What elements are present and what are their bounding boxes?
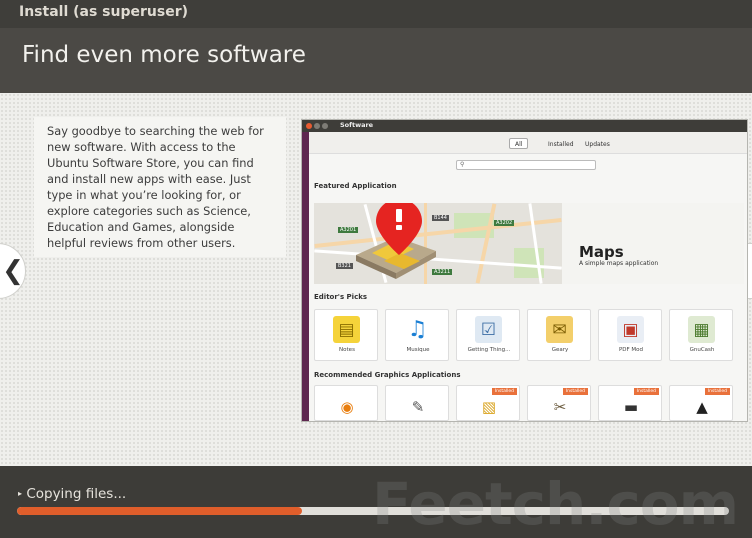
app-tile-label: Geary — [551, 347, 569, 353]
app-tile: ◉ — [314, 385, 378, 421]
recommended-heading: Recommended Graphics Applications — [314, 371, 461, 379]
mail-icon: ✉ — [546, 316, 573, 343]
progress-label[interactable]: ▸ Copying files... — [18, 486, 126, 502]
app-tile-label: Notes — [339, 347, 355, 353]
app-tile: ✉ Geary — [527, 309, 591, 361]
screenshot-title: Software — [340, 121, 374, 129]
window-title: Install (as superuser) — [0, 0, 752, 28]
installed-badge: Installed — [704, 388, 730, 395]
installed-badge: Installed — [633, 388, 659, 395]
app-tile-label: Getting Thing... — [467, 347, 511, 353]
installed-badge: Installed — [491, 388, 517, 395]
app-tile: Installed ▧ — [456, 385, 520, 421]
maximize-icon — [322, 123, 328, 129]
featured-banner: A3201 B144 A3202 B321 A3211 Maps A simpl… — [314, 203, 744, 284]
app-tile: Installed ▬ — [598, 385, 662, 421]
app-tile: Installed ✂ — [527, 385, 591, 421]
disclosure-triangle-icon: ▸ — [18, 489, 23, 498]
blender-icon: ◉ — [340, 398, 354, 416]
close-icon — [306, 123, 312, 129]
pdf-icon: ▣ — [617, 316, 644, 343]
tab-updates: Updates — [585, 141, 610, 148]
app-tile: ▣ PDF Mod — [598, 309, 662, 361]
featured-heading: Featured Application — [314, 182, 397, 190]
checklist-icon: ☑ — [475, 316, 502, 343]
screenshot-toolbar: All Installed Updates — [309, 132, 747, 154]
installed-badge: Installed — [562, 388, 588, 395]
launcher-bar — [302, 132, 309, 421]
page-title: Find even more software — [22, 42, 306, 68]
tab-all: All — [509, 138, 529, 149]
software-center-screenshot: Software All Installed Updates ⚲ Feature… — [301, 119, 748, 422]
app-tile-label: Musique — [406, 347, 430, 353]
page-header: Find even more software — [0, 28, 752, 93]
slideshow-panel: Say goodbye to searching the web for new… — [0, 93, 752, 466]
app-tile: Installed ▲ — [669, 385, 733, 421]
tab-installed: Installed — [548, 141, 574, 148]
paint-icon: ✎ — [411, 398, 425, 416]
gimp-icon: ✂ — [553, 398, 567, 416]
screenshot-titlebar: Software — [302, 120, 747, 132]
scanner-icon: ▬ — [623, 398, 639, 416]
app-tile: ♫ Musique — [385, 309, 449, 361]
music-icon: ♫ — [407, 317, 428, 342]
search-input: ⚲ — [456, 160, 596, 170]
chevron-left-icon: ❮ — [2, 256, 24, 286]
watermark: Feetch.com — [372, 470, 739, 538]
editors-picks-heading: Editor's Picks — [314, 293, 368, 301]
featured-app-name: Maps — [579, 243, 624, 261]
minimize-icon — [314, 123, 320, 129]
finance-icon: ▦ — [688, 316, 715, 343]
app-tile: ☑ Getting Thing... — [456, 309, 520, 361]
app-tile: ▤ Notes — [314, 309, 378, 361]
notes-icon: ▤ — [333, 316, 360, 343]
progress-fill — [17, 507, 302, 515]
image-viewer-icon: ▧ — [481, 398, 497, 416]
search-icon: ⚲ — [460, 161, 465, 168]
maps-app-icon — [356, 203, 436, 279]
slide-description: Say goodbye to searching the web for new… — [34, 117, 286, 257]
featured-app-tagline: A simple maps application — [579, 260, 659, 267]
map-image: A3201 B144 A3202 B321 A3211 — [314, 203, 562, 284]
app-tile-label: GnuCash — [689, 347, 715, 353]
app-tile: ▦ GnuCash — [669, 309, 733, 361]
previous-slide-button[interactable]: ❮ — [0, 243, 26, 299]
inkscape-icon: ▲ — [696, 398, 708, 416]
app-tile: ✎ — [385, 385, 449, 421]
app-tile-label: PDF Mod — [618, 347, 644, 353]
